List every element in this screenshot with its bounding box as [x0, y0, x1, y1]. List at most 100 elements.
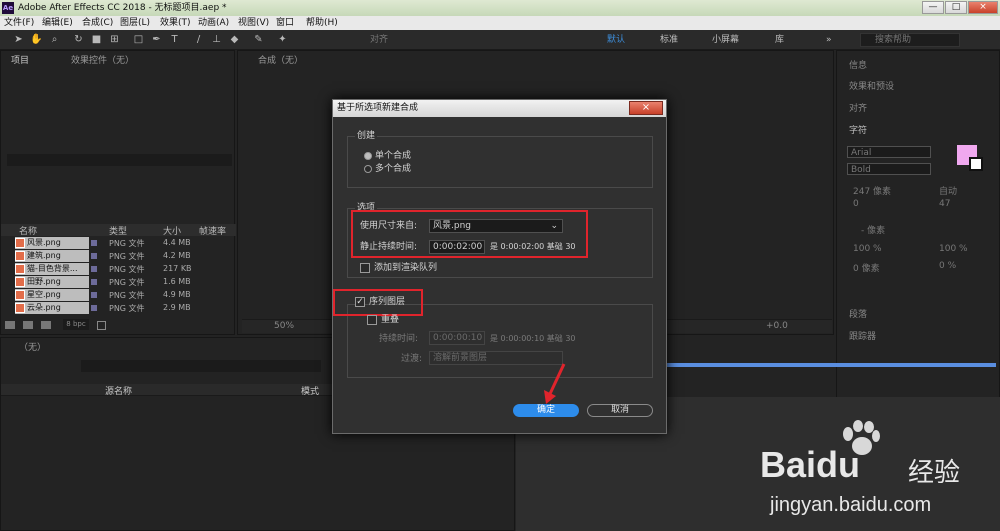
type-tool-icon[interactable]: T: [168, 33, 181, 46]
menu-view[interactable]: 视图(V): [238, 17, 269, 29]
pen-tool-icon[interactable]: ✒: [150, 33, 163, 46]
selection-tool-icon[interactable]: ➤: [12, 33, 25, 46]
info-panel-tab[interactable]: 信息: [849, 58, 867, 71]
workspace-standard[interactable]: 标准: [660, 33, 678, 47]
tsume-value[interactable]: 0 %: [939, 261, 956, 271]
font-style-select[interactable]: Bold: [847, 163, 931, 175]
search-help-input[interactable]: 搜索帮助: [860, 33, 960, 47]
stroke-width-value[interactable]: - 像素: [861, 223, 885, 236]
column-type[interactable]: 类型: [109, 224, 127, 237]
character-panel-tab[interactable]: 字符: [849, 123, 867, 136]
label-color-swatch[interactable]: [91, 253, 97, 259]
composition-tab[interactable]: 合成（无）: [258, 55, 303, 67]
brush-tool-icon[interactable]: /: [192, 33, 205, 46]
maximize-button[interactable]: □: [945, 1, 967, 14]
menu-effect[interactable]: 效果(T): [160, 17, 191, 29]
project-item[interactable]: 田野.png PNG 文件 1.6 MB: [1, 276, 236, 289]
red-arrow-annotation: [544, 363, 566, 404]
project-item[interactable]: 云朵.png PNG 文件 2.9 MB: [1, 302, 236, 315]
still-duration-input[interactable]: 0:00:02:00: [429, 240, 485, 254]
timeline-search-input[interactable]: [81, 360, 321, 372]
zoom-tool-icon[interactable]: ⌕: [48, 33, 61, 46]
duration-input[interactable]: 0:00:00:10: [429, 331, 485, 345]
eraser-tool-icon[interactable]: ◆: [228, 33, 241, 46]
column-size[interactable]: 大小: [163, 224, 181, 237]
trash-icon[interactable]: [97, 321, 106, 330]
timeline-tab[interactable]: （无）: [19, 342, 46, 354]
workspace-more-icon[interactable]: »: [826, 33, 832, 47]
menu-edit[interactable]: 编辑(E): [42, 17, 73, 29]
new-composition-icon[interactable]: [41, 321, 51, 329]
use-dims-select[interactable]: 风景.png ⌄: [429, 219, 563, 233]
baidu-watermark: Baidu 经验 jingyan.baidu.com: [760, 420, 990, 525]
multiple-comp-label: 多个合成: [375, 164, 412, 174]
leading-value[interactable]: 自动: [939, 184, 957, 197]
transition-label: 过渡:: [401, 354, 423, 364]
multiple-comp-radio[interactable]: [364, 165, 372, 173]
new-folder-icon[interactable]: [23, 321, 33, 329]
tracking-value[interactable]: 47: [939, 199, 950, 209]
menu-bar: 文件(F) 编辑(E) 合成(C) 图层(L) 效果(T) 动画(A) 视图(V…: [0, 16, 1000, 30]
camera-tool-icon[interactable]: ■: [90, 33, 103, 46]
stroke-color-swatch[interactable]: [969, 157, 983, 171]
clone-tool-icon[interactable]: ⊥: [210, 33, 223, 46]
single-comp-radio[interactable]: [364, 152, 372, 160]
effects-presets-tab[interactable]: 效果和预设: [849, 79, 894, 92]
menu-help[interactable]: 帮助(H): [306, 17, 338, 29]
baseline-shift-value[interactable]: 0 像素: [853, 261, 880, 274]
rotate-tool-icon[interactable]: ↻: [72, 33, 85, 46]
zoom-level[interactable]: 50%: [274, 321, 294, 331]
align-panel-tab[interactable]: 对齐: [849, 101, 867, 114]
project-item-name: 星空.png: [15, 289, 89, 301]
project-item-type: PNG 文件: [109, 265, 145, 274]
rectangle-tool-icon[interactable]: □: [132, 33, 145, 46]
minimize-button[interactable]: —: [922, 1, 944, 14]
menu-window[interactable]: 窗口: [276, 17, 294, 29]
effect-controls-tab[interactable]: 效果控件（无）: [71, 55, 134, 67]
sequence-layers-checkbox[interactable]: ✓: [355, 297, 365, 307]
hand-tool-icon[interactable]: ✋: [30, 33, 43, 46]
png-file-icon: [15, 238, 25, 248]
horizontal-scale-value[interactable]: 100 %: [939, 244, 968, 254]
project-item[interactable]: 猫-目色背景... PNG 文件 217 KB: [1, 263, 236, 276]
overlap-checkbox[interactable]: [367, 315, 377, 325]
label-color-swatch[interactable]: [91, 266, 97, 272]
label-color-swatch[interactable]: [91, 305, 97, 311]
kerning-value[interactable]: 0: [853, 199, 859, 209]
menu-composition[interactable]: 合成(C): [82, 17, 113, 29]
label-color-swatch[interactable]: [91, 279, 97, 285]
add-render-queue-checkbox[interactable]: [360, 263, 370, 273]
font-family-select[interactable]: Arial: [847, 146, 931, 158]
source-name-column[interactable]: 源名称: [105, 384, 132, 397]
project-item[interactable]: 星空.png PNG 文件 4.9 MB: [1, 289, 236, 302]
mode-column[interactable]: 模式: [301, 384, 319, 397]
pan-behind-tool-icon[interactable]: ⊞: [108, 33, 121, 46]
menu-file[interactable]: 文件(F): [4, 17, 34, 29]
cancel-button[interactable]: 取消: [587, 404, 653, 417]
dialog-close-button[interactable]: ×: [629, 101, 663, 115]
vertical-scale-value[interactable]: 100 %: [853, 244, 882, 254]
work-area-bar[interactable]: [666, 363, 996, 367]
menu-animation[interactable]: 动画(A): [198, 17, 229, 29]
workspace-default[interactable]: 默认: [607, 33, 625, 47]
column-name[interactable]: 名称: [19, 224, 37, 237]
project-tab[interactable]: 项目: [11, 55, 29, 67]
workspace-small-screen[interactable]: 小屏幕: [712, 33, 739, 47]
close-window-button[interactable]: ×: [968, 1, 998, 14]
label-color-swatch[interactable]: [91, 240, 97, 246]
exposure-value[interactable]: +0.0: [766, 321, 788, 331]
project-search-input[interactable]: [7, 154, 232, 166]
roto-brush-tool-icon[interactable]: ✎: [252, 33, 265, 46]
font-size-value[interactable]: 247 像素: [853, 184, 891, 197]
menu-layer[interactable]: 图层(L): [120, 17, 150, 29]
paragraph-panel-tab[interactable]: 段落: [849, 307, 867, 320]
label-color-swatch[interactable]: [91, 292, 97, 298]
bpc-button[interactable]: 8 bpc: [63, 319, 89, 330]
column-fps[interactable]: 帧速率: [199, 224, 226, 237]
project-item[interactable]: 风景.png PNG 文件 4.4 MB: [1, 237, 236, 250]
workspace-library[interactable]: 库: [775, 33, 784, 47]
project-item[interactable]: 建筑.png PNG 文件 4.2 MB: [1, 250, 236, 263]
puppet-tool-icon[interactable]: ✦: [276, 33, 289, 46]
project-item-size: 4.2 MB: [163, 251, 191, 260]
interpret-footage-icon[interactable]: [5, 321, 15, 329]
